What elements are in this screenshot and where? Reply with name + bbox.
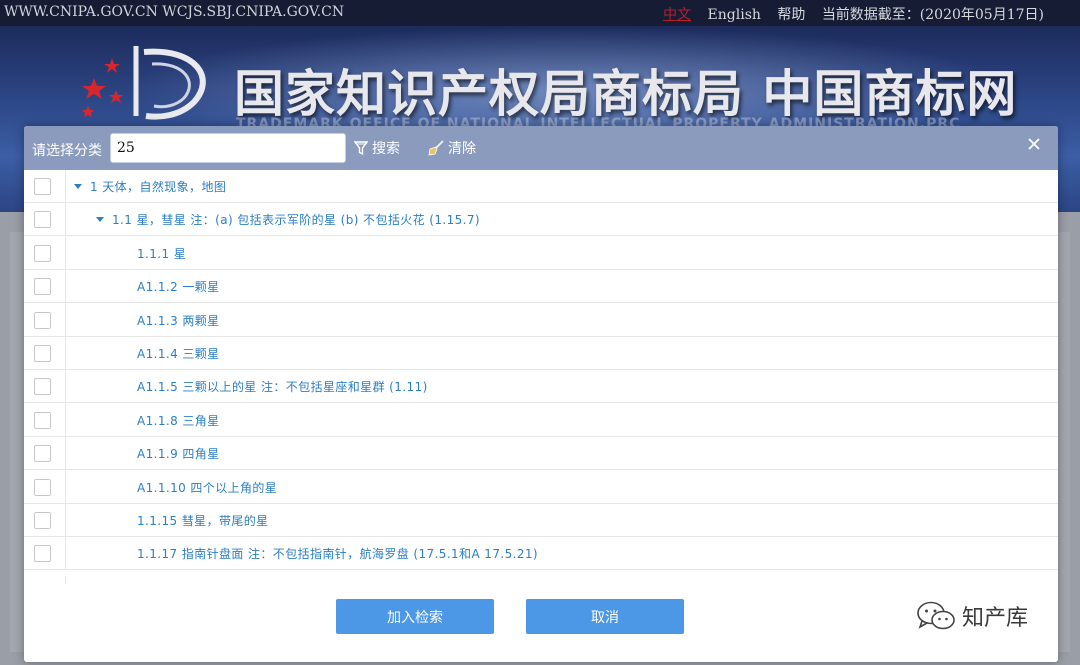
category-tree-list: 1 天体，自然现象，地图 1.1 星，彗星 注：(a) 包括表示军阶的星 (b) …	[24, 170, 1058, 576]
row-checkbox[interactable]	[34, 211, 51, 228]
tree-row-label[interactable]: A1.1.5 三颗以上的星 注：不包括星座和星群 (1.11)	[137, 378, 428, 395]
row-checkbox[interactable]	[34, 479, 51, 496]
checkbox-cell	[24, 337, 66, 370]
tree-row[interactable]: A1.1.8 三角星	[24, 404, 1058, 437]
search-button-label: 搜索	[372, 141, 400, 157]
help-link[interactable]: 帮助	[777, 7, 805, 23]
top-links: 中文 English 帮助 当前数据截至：(2020年05月17日)	[663, 4, 1044, 24]
filter-icon	[354, 141, 368, 156]
row-checkbox[interactable]	[34, 245, 51, 262]
data-date-text: 当前数据截至：(2020年05月17日)	[821, 7, 1044, 23]
add-to-search-button[interactable]: 加入检索	[336, 599, 494, 634]
broom-icon	[428, 140, 444, 156]
tree-row-label[interactable]: 1.1.17 指南针盘面 注：不包括指南针，航海罗盘 (17.5.1和A 17.…	[137, 545, 538, 562]
top-bar: WWW.CNIPA.GOV.CN WCJS.SBJ.CNIPA.GOV.CN 中…	[0, 0, 1080, 26]
checkbox-cell	[24, 304, 66, 337]
tree-row[interactable]: A1.1.9 四角星	[24, 437, 1058, 470]
lang-chinese-link[interactable]: 中文	[663, 7, 691, 23]
dialog-header: 请选择分类 搜索 清除	[24, 126, 1058, 170]
tree-row[interactable]: 1.1.15 彗星，带尾的星	[24, 504, 1058, 537]
tree-row[interactable]: A1.1.2 一颗星	[24, 270, 1058, 303]
lang-english-link[interactable]: English	[708, 7, 761, 23]
checkbox-cell	[24, 270, 66, 303]
checkbox-cell	[24, 170, 66, 203]
checkbox-cell	[24, 537, 66, 570]
category-select-dialog: 请选择分类 搜索 清除 1 天体，自然现象，地图 1.1 星，彗星 注：(a) 包…	[24, 126, 1058, 662]
tree-row-label[interactable]: 1.1 星，彗星 注：(a) 包括表示军阶的星 (b) 不包括火花 (1.15.…	[112, 211, 480, 228]
tree-row[interactable]: A1.1.3 两颗星	[24, 304, 1058, 337]
category-search-input[interactable]	[110, 133, 346, 163]
tree-row-label[interactable]: 1 天体，自然现象，地图	[90, 178, 226, 195]
checkbox-cell	[24, 203, 66, 236]
clear-button[interactable]: 清除	[428, 138, 476, 158]
tree-row[interactable]: 1.1.1 星	[24, 237, 1058, 270]
tree-row-label[interactable]: A1.1.8 三角星	[137, 412, 220, 429]
checkbox-cell	[24, 437, 66, 470]
row-checkbox[interactable]	[34, 178, 51, 195]
tree-row[interactable]: 1.1.17 指南针盘面 注：不包括指南针，航海罗盘 (17.5.1和A 17.…	[24, 537, 1058, 570]
tree-row-label[interactable]: A1.1.9 四角星	[137, 445, 220, 462]
site-urls: WWW.CNIPA.GOV.CN WCJS.SBJ.CNIPA.GOV.CN	[4, 4, 345, 20]
row-checkbox[interactable]	[34, 378, 51, 395]
tree-row[interactable]: A1.1.5 三颗以上的星 注：不包括星座和星群 (1.11)	[24, 370, 1058, 403]
category-label: 请选择分类	[32, 143, 102, 159]
tree-row[interactable]: A1.1.10 四个以上角的星	[24, 471, 1058, 504]
watermark: 知产库	[916, 600, 1028, 632]
tree-row-label[interactable]: 1.1.1 星	[137, 245, 186, 262]
close-icon[interactable]	[1026, 136, 1042, 152]
tree-row-label[interactable]: A1.1.10 四个以上角的星	[137, 479, 277, 496]
tree-row-label[interactable]: A1.1.4 三颗星	[137, 345, 220, 362]
clear-button-label: 清除	[448, 141, 476, 157]
checkbox-cell	[24, 370, 66, 403]
checkbox-cell	[24, 504, 66, 537]
row-checkbox[interactable]	[34, 445, 51, 462]
row-checkbox[interactable]	[34, 312, 51, 329]
tree-row[interactable]: A1.1.4 三颗星	[24, 337, 1058, 370]
watermark-text: 知产库	[962, 606, 1029, 631]
tree-row-label[interactable]: A1.1.3 两颗星	[137, 312, 220, 329]
expand-caret-icon[interactable]	[74, 184, 82, 189]
cancel-button[interactable]: 取消	[526, 599, 684, 634]
checkbox-cell	[24, 404, 66, 437]
search-button[interactable]: 搜索	[354, 138, 400, 158]
tree-row-label[interactable]: 1.1.15 彗星，带尾的星	[137, 512, 269, 529]
row-checkbox[interactable]	[34, 345, 51, 362]
list-divider	[65, 576, 66, 584]
tree-row[interactable]: 1 天体，自然现象，地图	[24, 170, 1058, 203]
expand-caret-icon[interactable]	[96, 217, 104, 222]
row-checkbox[interactable]	[34, 278, 51, 295]
row-checkbox[interactable]	[34, 545, 51, 562]
tree-row-label[interactable]: A1.1.2 一颗星	[137, 278, 220, 295]
row-checkbox[interactable]	[34, 412, 51, 429]
wechat-icon	[917, 601, 955, 630]
checkbox-cell	[24, 471, 66, 504]
tree-row[interactable]: 1.1 星，彗星 注：(a) 包括表示军阶的星 (b) 不包括火花 (1.15.…	[24, 203, 1058, 236]
checkbox-cell	[24, 237, 66, 270]
row-checkbox[interactable]	[34, 512, 51, 529]
cnipa-logo-icon	[82, 46, 206, 120]
